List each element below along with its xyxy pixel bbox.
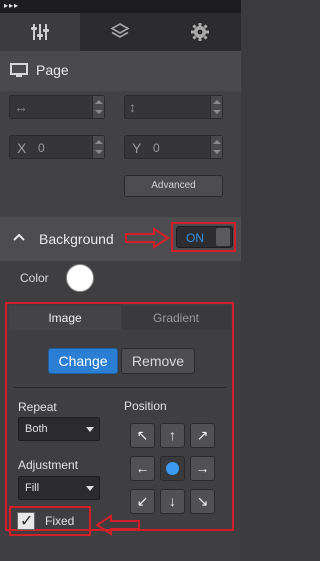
color-label: Color	[20, 271, 49, 285]
panel-tabs	[0, 13, 241, 51]
position-center[interactable]	[160, 456, 185, 481]
x-field[interactable]: X 0	[9, 135, 105, 159]
gear-icon	[191, 23, 209, 41]
window-top-strip: ▸▸▸	[0, 0, 241, 13]
toggle-knob	[216, 228, 230, 246]
color-swatch[interactable]	[66, 264, 94, 292]
page-section-header[interactable]: Page	[0, 51, 241, 91]
remove-button[interactable]: Remove	[121, 348, 195, 374]
position-label: Position	[124, 399, 167, 413]
y-stepper[interactable]	[210, 136, 222, 158]
position-top-center[interactable]: ↑	[160, 423, 185, 448]
width-field[interactable]: ↔	[9, 95, 105, 119]
tab-layers[interactable]	[80, 13, 160, 51]
divider	[14, 387, 226, 388]
x-stepper[interactable]	[92, 136, 104, 158]
monitor-icon	[10, 63, 28, 77]
change-button[interactable]: Change	[48, 348, 118, 374]
height-stepper[interactable]	[210, 96, 222, 118]
panel-grip-icon[interactable]: ▸▸▸	[4, 1, 19, 10]
height-arrows-icon: ↕	[129, 99, 136, 115]
adjustment-value: Fill	[25, 482, 40, 494]
width-arrows-icon: ↔	[14, 99, 28, 115]
annotation-arrow-icon	[95, 514, 140, 536]
y-value: 0	[153, 141, 160, 155]
repeat-value: Both	[25, 423, 48, 435]
tab-gradient[interactable]: Gradient	[121, 306, 231, 330]
position-bottom-left[interactable]: ↙	[130, 489, 155, 514]
center-dot-icon	[166, 462, 179, 475]
fixed-checkbox[interactable]: ✓	[17, 512, 35, 530]
page-section-title: Page	[36, 62, 69, 78]
background-toggle-label: ON	[186, 231, 204, 245]
fixed-label: Fixed	[45, 514, 75, 528]
tab-image[interactable]: Image	[9, 306, 121, 330]
position-top-left[interactable]: ↖	[130, 423, 155, 448]
layers-icon	[110, 23, 130, 38]
repeat-select[interactable]: Both	[18, 417, 100, 441]
y-label: Y	[132, 140, 142, 156]
position-bottom-center[interactable]: ↓	[160, 489, 185, 514]
sliders-icon	[31, 24, 49, 40]
caret-down-icon	[86, 486, 94, 491]
position-bottom-right[interactable]: ↘	[190, 489, 215, 514]
width-stepper[interactable]	[92, 96, 104, 118]
caret-down-icon	[86, 427, 94, 432]
x-value: 0	[38, 141, 45, 155]
position-middle-left[interactable]: ←	[130, 456, 155, 481]
position-top-right[interactable]: ↗	[190, 423, 215, 448]
position-middle-right[interactable]: →	[190, 456, 215, 481]
tab-settings[interactable]	[160, 13, 240, 51]
position-grid: ↖ ↑ ↗ ← → ↙ ↓ ↘	[124, 417, 223, 521]
chevron-up-icon	[13, 233, 25, 241]
adjustment-label: Adjustment	[18, 458, 79, 472]
background-section-title: Background	[39, 231, 114, 247]
advanced-button[interactable]: Advanced	[124, 175, 223, 197]
repeat-label: Repeat	[18, 400, 57, 414]
tab-properties[interactable]	[0, 13, 80, 51]
y-field[interactable]: Y 0	[124, 135, 223, 159]
adjustment-select[interactable]: Fill	[18, 476, 100, 500]
x-label: X	[17, 140, 27, 156]
height-field[interactable]: ↕	[124, 95, 223, 119]
annotation-arrow-icon	[125, 227, 170, 249]
checkmark-icon: ✓	[20, 513, 34, 530]
